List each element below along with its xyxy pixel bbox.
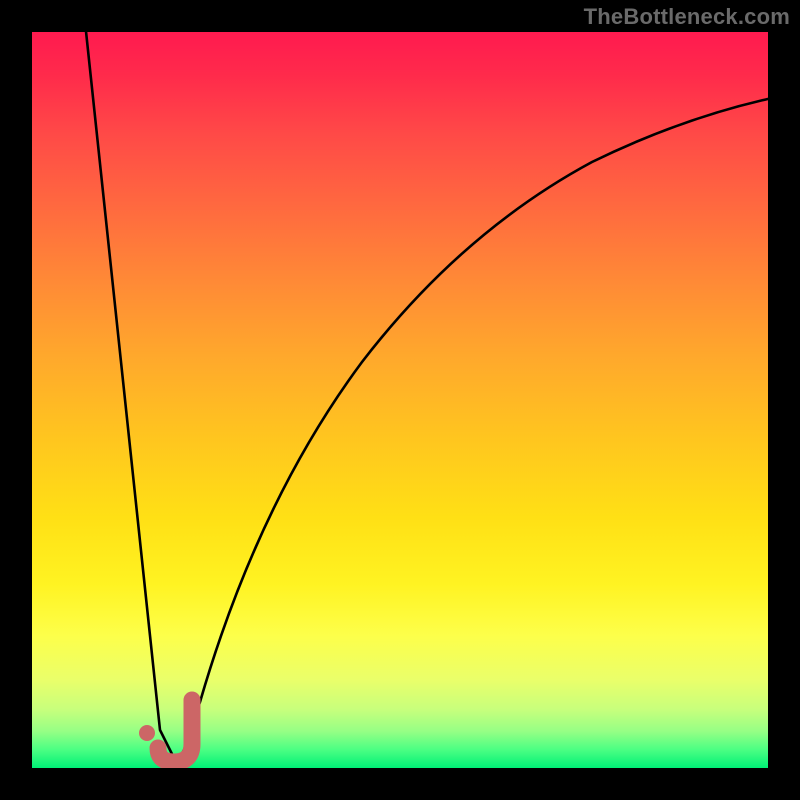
marker-j-icon (158, 700, 192, 762)
marker-dot-icon (139, 725, 155, 741)
chart-frame: TheBottleneck.com (0, 0, 800, 800)
watermark-text: TheBottleneck.com (584, 4, 790, 30)
optimum-marker (139, 700, 192, 762)
curve-layer (32, 32, 768, 768)
bottleneck-curve (85, 32, 768, 757)
plot-area (32, 32, 768, 768)
